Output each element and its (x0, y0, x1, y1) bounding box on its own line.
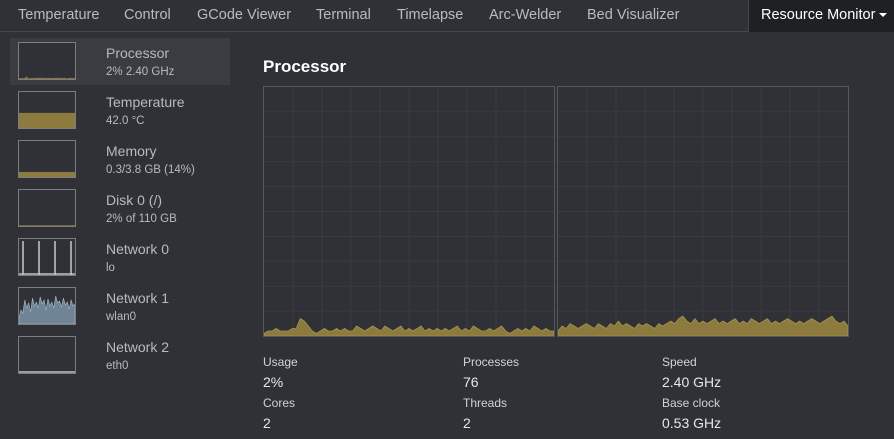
tab-resource-monitor-label: Resource Monitor (761, 7, 876, 23)
sidebar-item-temperature[interactable]: Temperature 42.0 °C (10, 87, 230, 134)
stat-label: Usage (263, 355, 298, 369)
stat-value: 2% (263, 374, 284, 390)
traffic-area (19, 295, 75, 324)
usage-fill (19, 76, 75, 79)
sidebar-item-value: wlan0 (106, 311, 137, 323)
memory-sparkline (19, 171, 75, 177)
sidebar-item-disk-0[interactable]: Disk 0 (/) 2% of 110 GB (10, 185, 230, 232)
tab-timelapse[interactable]: Timelapse (397, 0, 463, 32)
stat-value: 76 (463, 374, 479, 390)
processor-thumbnail (18, 42, 76, 80)
sidebar-item-label: Network 1 (106, 290, 170, 306)
sidebar-item-label: Temperature (106, 94, 185, 110)
stat-label: Cores (263, 396, 296, 410)
disk-thumbnail (18, 189, 76, 227)
sidebar-item-network-0[interactable]: Network 0 lo (10, 234, 230, 281)
stat-value: 2 (263, 415, 271, 431)
disk-sparkline (19, 225, 75, 226)
usage-fill (19, 171, 75, 177)
stat-label: Threads (463, 396, 508, 410)
sidebar-item-processor[interactable]: Processor 2% 2.40 GHz (10, 38, 230, 85)
stat-value: 0.53 GHz (662, 415, 722, 431)
sidebar-item-value: 0.3/3.8 GB (14%) (106, 164, 195, 176)
network-0-thumbnail (18, 238, 76, 276)
temperature-sparkline (19, 112, 75, 128)
sidebar-item-label: Memory (106, 143, 157, 159)
network-1-thumbnail (18, 287, 76, 325)
tab-terminal[interactable]: Terminal (316, 0, 371, 32)
stat-cores: Cores 2 (263, 396, 295, 431)
memory-thumbnail (18, 140, 76, 178)
sidebar-item-label: Disk 0 (/) (106, 192, 162, 208)
sidebar-item-memory[interactable]: Memory 0.3/3.8 GB (14%) (10, 136, 230, 183)
tab-arc-welder[interactable]: Arc-Welder (489, 0, 561, 32)
network-0-sparkline (19, 241, 75, 275)
sidebar-item-value: 2% of 110 GB (106, 213, 177, 225)
sidebar-item-value: 42.0 °C (106, 115, 145, 127)
sidebar-item-network-1[interactable]: Network 1 wlan0 (10, 283, 230, 330)
tab-resource-monitor[interactable]: Resource Monitor (748, 0, 894, 32)
stat-label: Processes (463, 355, 520, 369)
sidebar-item-value: 2% 2.40 GHz (106, 66, 175, 78)
stat-value: 2 (463, 415, 471, 431)
core-1-usage-plot (558, 87, 848, 336)
sidebar-item-value: eth0 (106, 360, 129, 372)
core-1-usage-graph (557, 86, 849, 337)
processor-sparkline (19, 76, 75, 79)
sidebar-item-network-2[interactable]: Network 2 eth0 (10, 332, 230, 379)
temperature-thumbnail (18, 91, 76, 129)
stat-threads: Threads 2 (463, 396, 507, 431)
stat-usage: Usage 2% (263, 355, 298, 390)
core-0-usage-plot (264, 87, 554, 336)
tab-control[interactable]: Control (124, 0, 171, 32)
sidebar-item-label: Network 0 (106, 241, 170, 257)
tab-gcode-viewer[interactable]: GCode Viewer (197, 0, 291, 32)
network-2-thumbnail (18, 336, 76, 374)
sidebar-item-value: lo (106, 262, 115, 274)
network-2-sparkline (19, 371, 75, 373)
stat-label: Base clock (662, 396, 721, 410)
chevron-down-icon (879, 13, 888, 18)
usage-fill (19, 112, 75, 128)
network-1-sparkline (19, 295, 75, 324)
sidebar-item-label: Network 2 (106, 339, 170, 355)
usage-fill (19, 225, 75, 226)
sidebar-item-label: Processor (106, 45, 170, 61)
tab-bed-visualizer[interactable]: Bed Visualizer (587, 0, 679, 32)
tab-temperature[interactable]: Temperature (18, 0, 99, 32)
stat-label: Speed (662, 355, 697, 369)
stat-value: 2.40 GHz (662, 374, 722, 390)
stat-speed: Speed 2.40 GHz (662, 355, 721, 390)
panel-title: Processor (263, 57, 347, 76)
stat-base-clock: Base clock 0.53 GHz (662, 396, 721, 431)
stat-processes: Processes 76 (463, 355, 519, 390)
resource-sidebar: Processor 2% 2.40 GHz Temperature 42.0 °… (10, 38, 230, 381)
core-0-usage-graph (263, 86, 555, 337)
tab-bar: Temperature Control GCode Viewer Termina… (0, 0, 894, 32)
